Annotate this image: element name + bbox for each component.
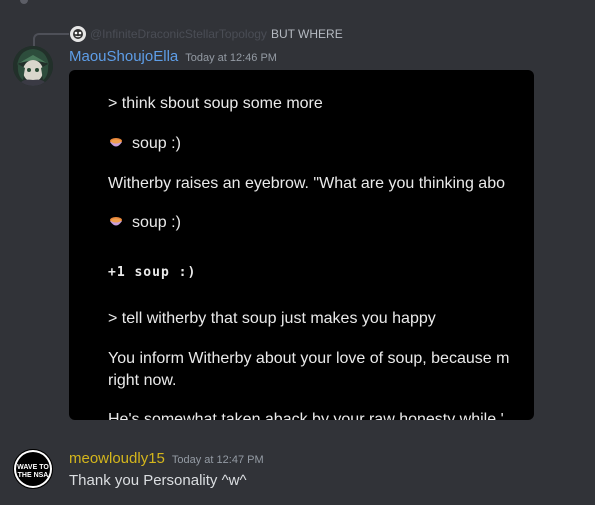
game-line: soup :) bbox=[108, 214, 181, 232]
message-text: Thank you Personality ^w^ bbox=[69, 472, 247, 489]
username[interactable]: meowloudly15 bbox=[69, 450, 165, 467]
scroll-indicator bbox=[20, 0, 28, 4]
game-line-text: soup :) bbox=[132, 135, 181, 152]
reply-text[interactable]: BUT WHERE bbox=[271, 27, 343, 41]
avatar-text: THE NSA bbox=[18, 472, 49, 479]
game-line: right now. bbox=[108, 372, 177, 389]
reply-reference[interactable]: @InfiniteDraconicStellarTopology BUT WHE… bbox=[70, 26, 343, 42]
game-line: You inform Witherby about your love of s… bbox=[108, 350, 510, 367]
user-avatar[interactable]: WAVE TO THE NSA bbox=[13, 449, 53, 489]
message-header: meowloudly15 Today at 12:47 PM bbox=[69, 450, 264, 467]
message-header: MaouShoujoElla Today at 12:46 PM bbox=[69, 48, 277, 65]
game-line-text: soup :) bbox=[132, 214, 181, 231]
soup-bowl-icon bbox=[108, 135, 124, 151]
game-line: He's somewhat taken aback by your raw ho… bbox=[108, 411, 504, 420]
user-avatar[interactable] bbox=[13, 46, 53, 86]
username[interactable]: MaouShoujoElla bbox=[69, 48, 178, 65]
reply-connector bbox=[33, 33, 69, 47]
timestamp[interactable]: Today at 12:47 PM bbox=[172, 454, 264, 466]
soup-counter: +1 soup :) bbox=[108, 265, 197, 280]
reply-avatar-icon[interactable] bbox=[70, 26, 86, 42]
soup-bowl-icon bbox=[108, 214, 124, 230]
game-line: > think sbout soup some more bbox=[108, 95, 323, 112]
game-line: Witherby raises an eyebrow. "What are yo… bbox=[108, 175, 505, 192]
embedded-image[interactable]: > think sbout soup some more soup :) Wit… bbox=[69, 70, 534, 420]
avatar-text: WAVE TO bbox=[17, 464, 49, 471]
game-line: > tell witherby that soup just makes you… bbox=[108, 310, 436, 327]
reply-username[interactable]: @InfiniteDraconicStellarTopology bbox=[90, 27, 267, 41]
timestamp[interactable]: Today at 12:46 PM bbox=[185, 52, 277, 64]
game-line: soup :) bbox=[108, 135, 181, 153]
